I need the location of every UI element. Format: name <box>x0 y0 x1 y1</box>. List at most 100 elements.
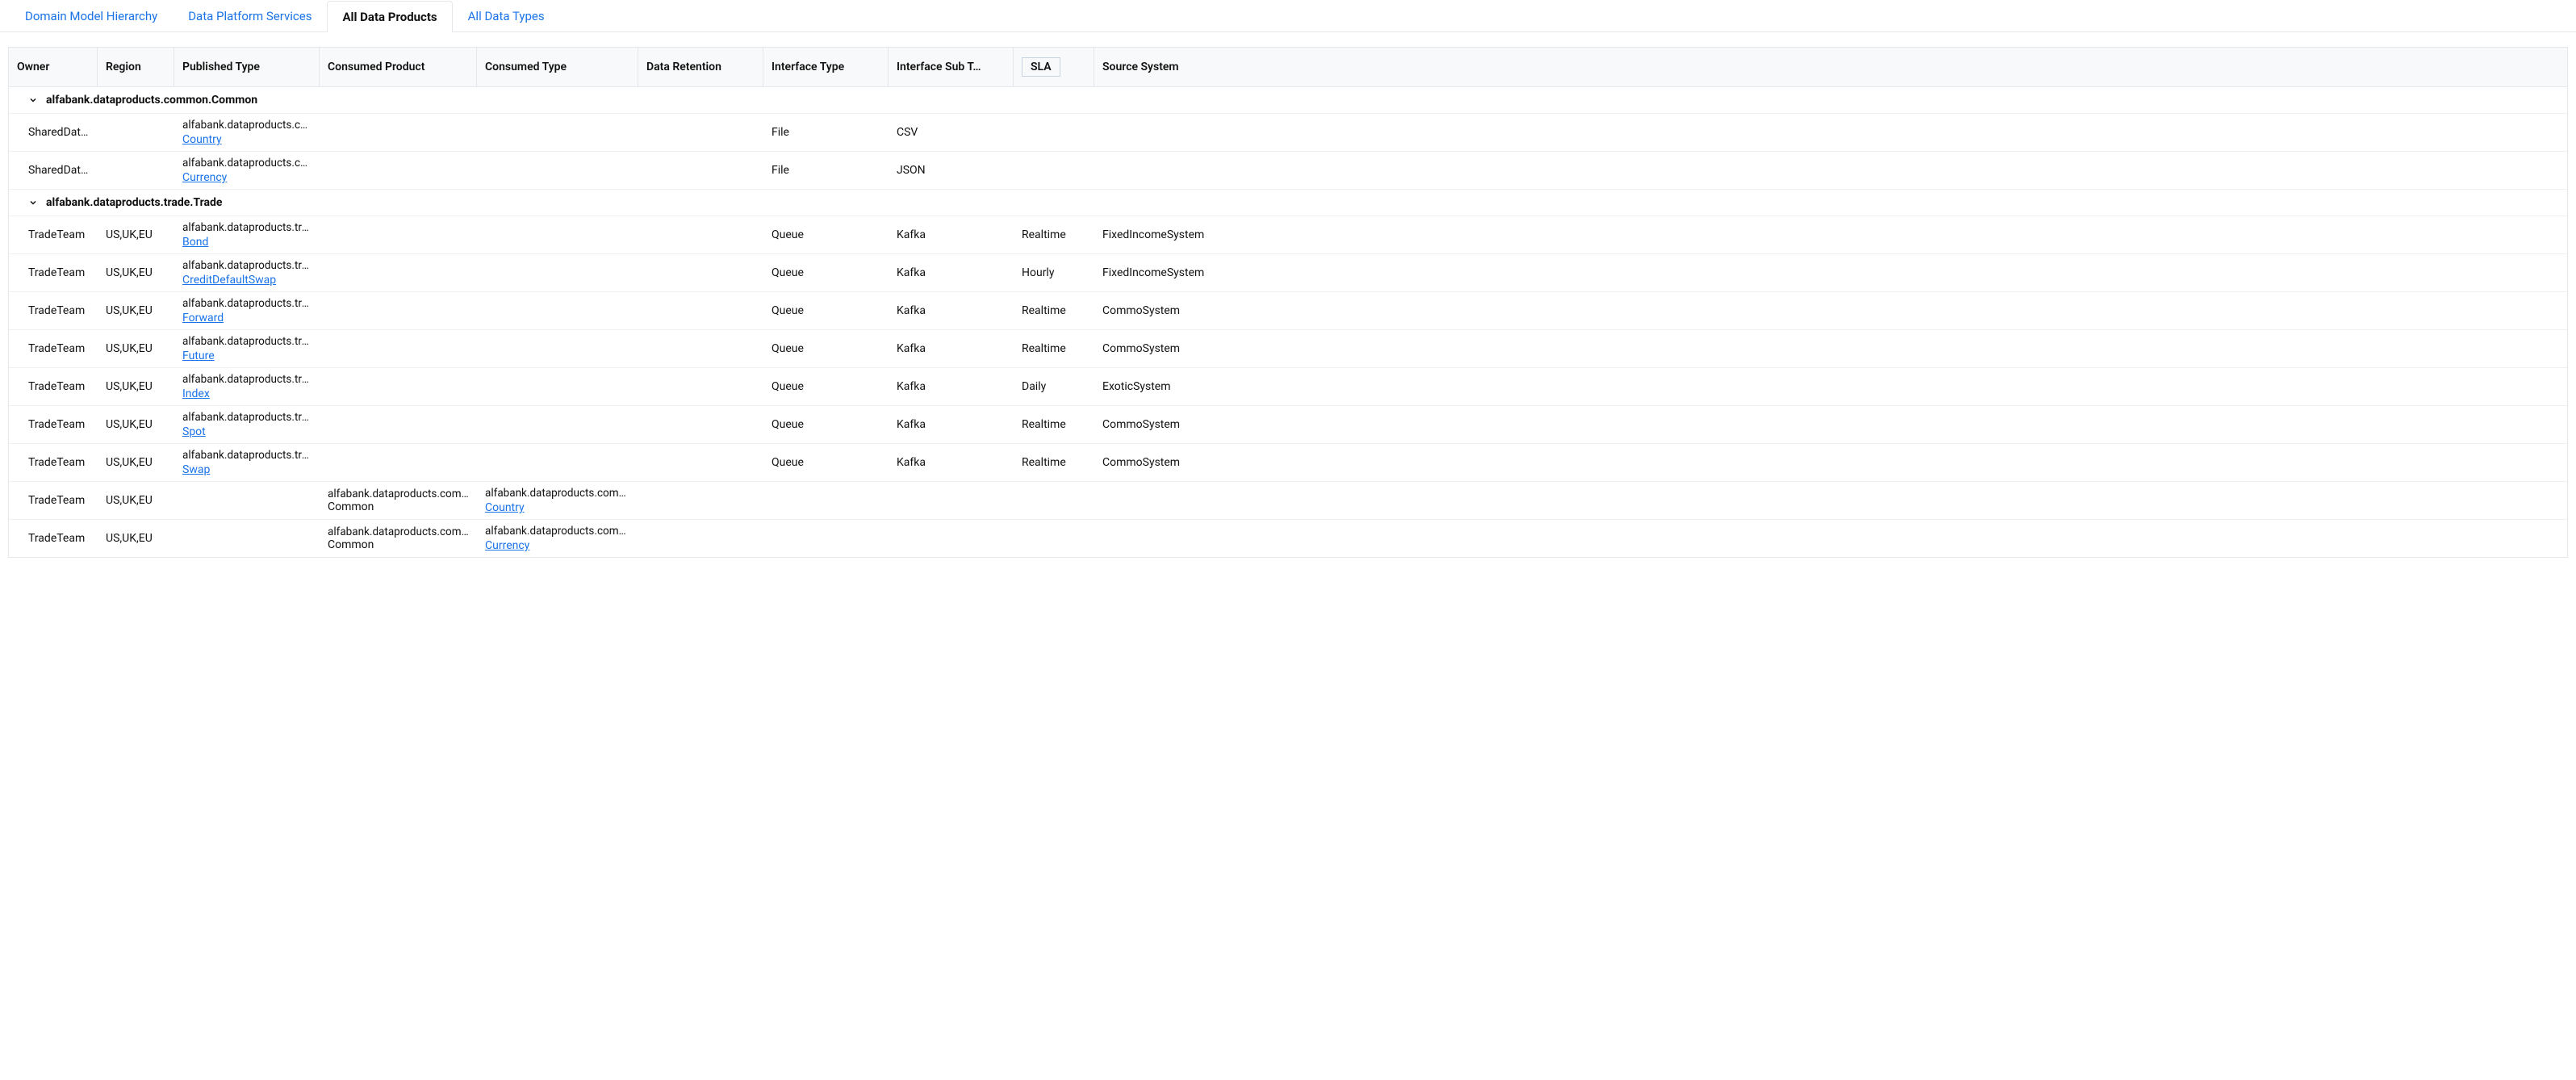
col-header-interface-sub-type[interactable]: Interface Sub T… <box>889 48 1014 86</box>
table-row: SharedData…alfabank.dataproducts.co…Coun… <box>9 114 2567 152</box>
region-text: US,UK,EU <box>106 266 166 279</box>
cell-region: US,UK,EU <box>98 254 174 291</box>
cell-published-type: alfabank.dataproducts.tradeSwap <box>174 444 320 481</box>
col-header-region[interactable]: Region <box>98 48 174 86</box>
cell-source-system: ExoticSystem <box>1094 368 1219 405</box>
cell-interface-sub-type: Kafka <box>889 292 1014 329</box>
col-header-consumed-type[interactable]: Consumed Type <box>477 48 638 86</box>
cell-consumed-type: alfabank.dataproducts.commonCountry <box>477 482 638 519</box>
interface-type-text: Queue <box>772 228 880 241</box>
interface-subtype-text: JSON <box>897 164 1006 177</box>
region-text: US,UK,EU <box>106 228 166 241</box>
col-header-published-type[interactable]: Published Type <box>174 48 320 86</box>
cell-owner: TradeTeam <box>9 368 98 405</box>
cell-source-system: CommoSystem <box>1094 406 1219 443</box>
published-type-link[interactable]: Future <box>182 350 215 362</box>
region-text: US,UK,EU <box>106 494 166 507</box>
table-row: TradeTeamUS,UK,EUalfabank.dataproducts.t… <box>9 406 2567 444</box>
table-row: TradeTeamUS,UK,EUalfabank.dataproducts.t… <box>9 330 2567 368</box>
cell-owner: TradeTeam <box>9 254 98 291</box>
cell-consumed-type: alfabank.dataproducts.commonCurrency <box>477 520 638 557</box>
consumed-type-link[interactable]: Country <box>485 501 525 514</box>
sla-text: Realtime <box>1022 342 1086 355</box>
col-header-consumed-product[interactable]: Consumed Product <box>320 48 477 86</box>
cell-published-type <box>174 482 320 519</box>
tab-data-platform-services[interactable]: Data Platform Services <box>173 0 327 31</box>
sla-text: Realtime <box>1022 418 1086 431</box>
published-type-link[interactable]: CreditDefaultSwap <box>182 274 276 287</box>
cell-sla: Realtime <box>1014 292 1094 329</box>
region-text: US,UK,EU <box>106 304 166 317</box>
cell-source-system: CommoSystem <box>1094 330 1219 367</box>
published-type-link[interactable]: Forward <box>182 312 224 324</box>
cell-data-retention <box>638 292 763 329</box>
published-type-link[interactable]: Swap <box>182 463 210 476</box>
source-system-text: CommoSystem <box>1102 342 1211 355</box>
published-type-package: alfabank.dataproducts.trade <box>182 335 312 348</box>
col-header-source-system[interactable]: Source System <box>1094 48 1219 86</box>
published-type-link[interactable]: Country <box>182 133 222 146</box>
cell-interface-sub-type: CSV <box>889 114 1014 151</box>
cell-consumed-product <box>320 444 477 481</box>
cell-interface-type: Queue <box>763 444 889 481</box>
cell-consumed-product <box>320 292 477 329</box>
cell-published-type: alfabank.dataproducts.tradeIndex <box>174 368 320 405</box>
cell-consumed-product <box>320 114 477 151</box>
interface-subtype-text: Kafka <box>897 456 1006 469</box>
cell-published-type: alfabank.dataproducts.trade Future <box>174 330 320 367</box>
cell-data-retention <box>638 254 763 291</box>
consumed-product-text: Common <box>328 500 469 513</box>
source-system-text: CommoSystem <box>1102 456 1211 469</box>
published-type-package: alfabank.dataproducts.trade <box>182 221 312 234</box>
chevron-down-icon <box>28 198 38 207</box>
interface-type-text: Queue <box>772 342 880 355</box>
consumed-type-link[interactable]: Currency <box>485 539 529 552</box>
cell-region: US,UK,EU <box>98 368 174 405</box>
cell-consumed-type <box>477 444 638 481</box>
group-row[interactable]: alfabank.dataproducts.trade.Trade <box>9 190 2567 216</box>
tab-all-data-products[interactable]: All Data Products <box>327 1 452 32</box>
cell-data-retention <box>638 482 763 519</box>
cell-data-retention <box>638 114 763 151</box>
owner-text: TradeTeam <box>28 380 90 393</box>
published-type-link[interactable]: Currency <box>182 171 227 184</box>
source-system-text: CommoSystem <box>1102 304 1211 317</box>
col-header-sla[interactable]: SLA <box>1014 48 1094 86</box>
owner-text: TradeTeam <box>28 228 90 241</box>
cell-region: US,UK,EU <box>98 216 174 253</box>
cell-source-system: CommoSystem <box>1094 292 1219 329</box>
region-text: US,UK,EU <box>106 342 166 355</box>
interface-subtype-text: CSV <box>897 126 1006 139</box>
col-header-data-retention[interactable]: Data Retention <box>638 48 763 86</box>
table-row: TradeTeamUS,UK,EUalfabank.dataproducts.c… <box>9 520 2567 557</box>
group-title: alfabank.dataproducts.common.Common <box>46 94 257 107</box>
col-header-owner[interactable]: Owner <box>9 48 98 86</box>
published-type-link[interactable]: Index <box>182 387 210 400</box>
cell-sla: Hourly <box>1014 254 1094 291</box>
cell-interface-type: Queue <box>763 330 889 367</box>
cell-consumed-type <box>477 368 638 405</box>
group-row[interactable]: alfabank.dataproducts.common.Common <box>9 87 2567 114</box>
interface-type-text: File <box>772 164 880 177</box>
cell-interface-sub-type <box>889 520 1014 557</box>
tab-bar: Domain Model Hierarchy Data Platform Ser… <box>0 0 2576 32</box>
col-header-interface-type[interactable]: Interface Type <box>763 48 889 86</box>
interface-subtype-text: Kafka <box>897 380 1006 393</box>
cell-interface-type: File <box>763 114 889 151</box>
cell-published-type: alfabank.dataproducts.co…Currency <box>174 152 320 189</box>
published-type-link[interactable]: Bond <box>182 236 208 249</box>
tab-domain-model-hierarchy[interactable]: Domain Model Hierarchy <box>10 0 173 31</box>
grid-body: alfabank.dataproducts.common.Common Share… <box>9 87 2567 557</box>
cell-interface-type: File <box>763 152 889 189</box>
cell-consumed-type <box>477 114 638 151</box>
cell-consumed-product <box>320 406 477 443</box>
cell-region: US,UK,EU <box>98 482 174 519</box>
table-row: SharedData…alfabank.dataproducts.co…Curr… <box>9 152 2567 190</box>
published-type-link[interactable]: Spot <box>182 425 206 438</box>
published-type-package: alfabank.dataproducts.trade <box>182 449 312 462</box>
interface-type-text: Queue <box>772 380 880 393</box>
group-title: alfabank.dataproducts.trade.Trade <box>46 196 222 209</box>
cell-published-type: alfabank.dataproducts.tradeSpot <box>174 406 320 443</box>
tab-all-data-types[interactable]: All Data Types <box>453 0 560 31</box>
interface-type-text: Queue <box>772 418 880 431</box>
